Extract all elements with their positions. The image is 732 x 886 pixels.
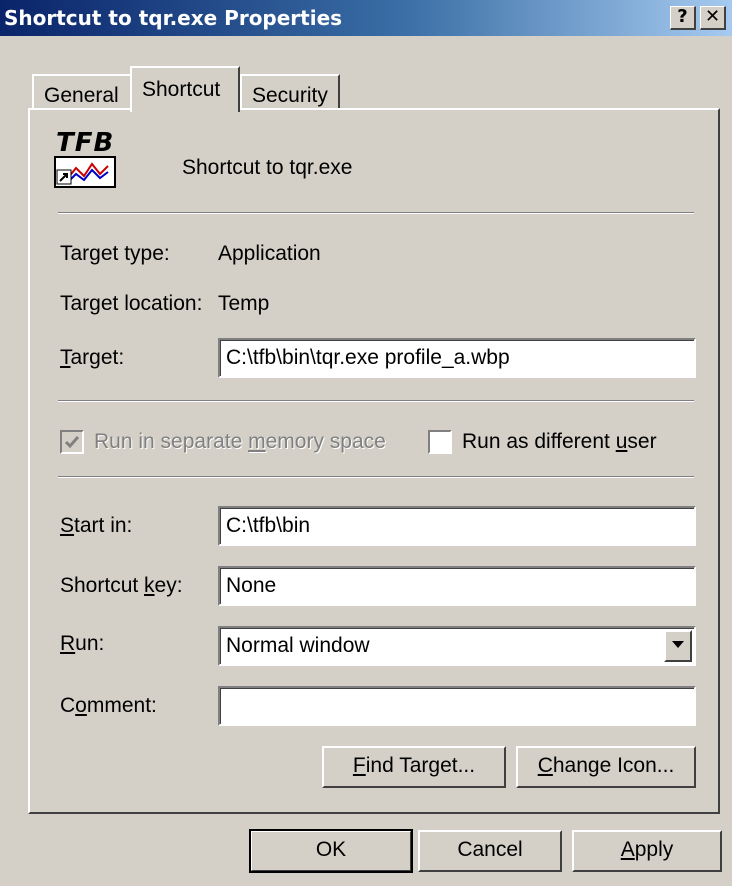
comment-field[interactable] xyxy=(218,686,696,726)
title-bar[interactable]: Shortcut to tqr.exe Properties ? ✕ xyxy=(0,0,732,36)
target-type-value: Application xyxy=(218,242,321,265)
tab-shortcut-label: Shortcut xyxy=(142,78,221,101)
target-field[interactable]: C:\tfb\bin\tqr.exe profile_a.wbp xyxy=(218,338,696,378)
run-select-value: Normal window xyxy=(226,634,370,657)
target-location-label: Target location: xyxy=(60,292,203,315)
apply-button[interactable]: Apply xyxy=(572,830,722,872)
chart-thumbnail-icon xyxy=(54,156,116,188)
tab-shortcut[interactable]: Shortcut xyxy=(130,66,240,112)
different-user-checkbox[interactable] xyxy=(428,430,452,454)
run-select[interactable]: Normal window xyxy=(218,626,696,666)
target-type-label: Target type: xyxy=(60,242,170,265)
ok-button[interactable]: OK xyxy=(249,829,413,873)
shortcut-key-field[interactable]: None xyxy=(218,566,696,606)
different-user-label: Run as different user xyxy=(462,430,657,453)
tab-security-label: Security xyxy=(252,84,328,107)
check-mark-icon xyxy=(64,436,80,449)
help-button[interactable]: ? xyxy=(670,6,696,30)
icon-text: TFB xyxy=(56,128,115,158)
target-label: Target: xyxy=(60,346,125,369)
close-button[interactable]: ✕ xyxy=(700,6,726,30)
find-target-button[interactable]: Find Target... xyxy=(322,746,506,788)
tab-general[interactable]: General xyxy=(32,74,134,112)
start-in-label: Start in: xyxy=(60,514,133,537)
comment-label: Comment: xyxy=(60,694,157,717)
start-in-field[interactable]: C:\tfb\bin xyxy=(218,506,696,546)
shortcut-key-label: Shortcut key: xyxy=(60,574,183,597)
tfb-app-shortcut-icon: TFB xyxy=(54,128,124,194)
separate-memory-checkbox[interactable] xyxy=(60,430,84,454)
tab-security[interactable]: Security xyxy=(240,74,340,112)
shortcut-name: Shortcut to tqr.exe xyxy=(182,156,353,179)
window-title: Shortcut to tqr.exe Properties xyxy=(4,6,343,30)
separator xyxy=(58,400,694,402)
target-location-value: Temp xyxy=(218,292,270,315)
shortcut-tab-panel: TFB Shortcut to tqr.exe Target type: App… xyxy=(28,108,720,814)
cancel-button[interactable]: Cancel xyxy=(418,830,562,872)
tab-general-label: General xyxy=(44,84,119,107)
run-label: Run: xyxy=(60,632,105,655)
separator xyxy=(58,212,694,214)
chevron-down-icon xyxy=(672,641,684,648)
change-icon-button[interactable]: Change Icon... xyxy=(516,746,696,788)
separator xyxy=(58,476,694,478)
run-dropdown-button[interactable] xyxy=(664,630,692,662)
separate-memory-label: Run in separate memory space xyxy=(94,430,386,453)
